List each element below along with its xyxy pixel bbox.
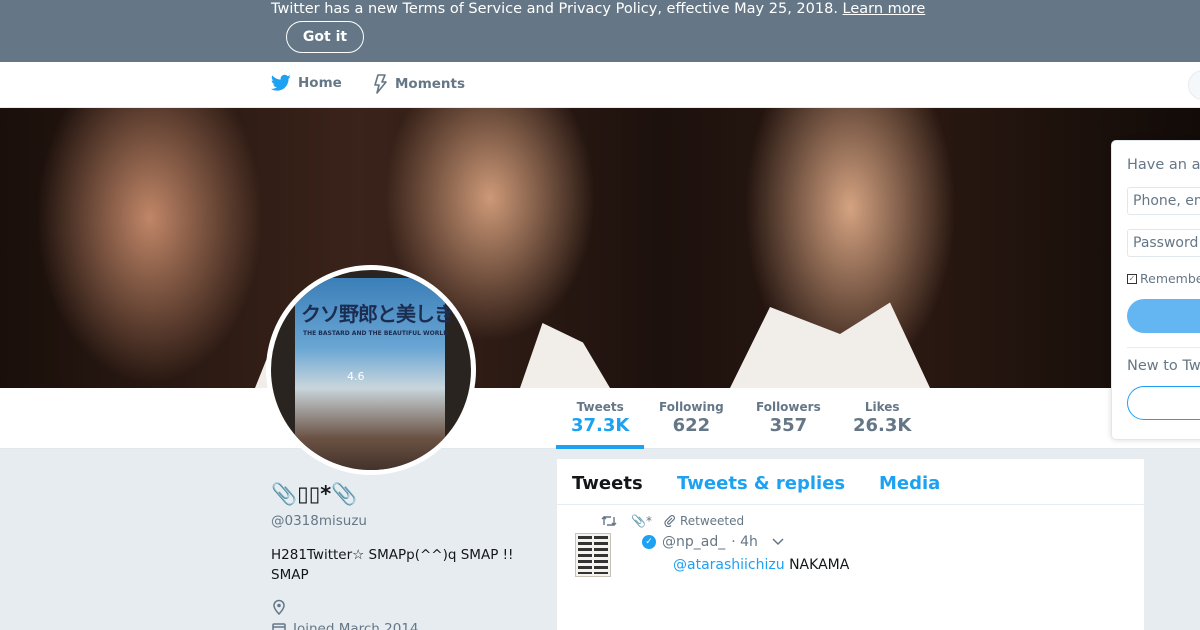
header-shirt-right: [730, 302, 930, 388]
remember-label: Remember me: [1140, 271, 1200, 286]
tweet-author-handle[interactable]: @np_ad_: [662, 534, 725, 550]
stat-label: Followers: [756, 400, 821, 414]
tweet-item[interactable]: 📎* Retweeted ✓ @np_ad_ · 4h @atarashiich…: [557, 505, 1144, 630]
location-pin-icon: [273, 599, 285, 615]
avatar-poster: クソ野郎と美しき世界 THE BASTARD AND THE BEAUTIFUL…: [295, 278, 471, 470]
notice-message: Twitter has a new Terms of Service and P…: [271, 1, 838, 17]
nav-moments[interactable]: Moments: [372, 74, 465, 94]
remember-checkbox[interactable]: ✓: [1127, 273, 1137, 284]
stat-likes[interactable]: Likes 26.3K: [853, 400, 911, 436]
got-it-button[interactable]: Got it: [286, 21, 364, 53]
stat-label: Following: [659, 400, 724, 414]
lightning-icon: [374, 74, 387, 94]
remember-me[interactable]: ✓ Remember me: [1127, 271, 1200, 286]
chevron-down-icon[interactable]: [772, 538, 784, 546]
password-field[interactable]: Password: [1127, 229, 1200, 257]
notice-text: Twitter has a new Terms of Service and P…: [271, 0, 925, 18]
timeline: Tweets Tweets & replies Media 📎* Retweet…: [557, 459, 1144, 630]
profile-stats-bar: Tweets 37.3K Following 622 Followers 357…: [0, 388, 1200, 449]
nav-home-label: Home: [298, 75, 342, 91]
search-input[interactable]: [1188, 70, 1200, 100]
learn-more-link[interactable]: Learn more: [843, 1, 926, 17]
login-divider: [1127, 347, 1200, 348]
joined-date: Joined March 2014: [293, 621, 419, 630]
profile-card: 📎▯▯*📎 @0318misuzu H281Twitter☆ SMAPp(^^)…: [271, 482, 531, 630]
calendar-icon: [272, 623, 286, 630]
poster-date: 4.6: [347, 370, 365, 383]
stat-value: 37.3K: [571, 415, 630, 436]
profile-avatar[interactable]: クソ野郎と美しき世界 THE BASTARD AND THE BEAUTIFUL…: [266, 265, 476, 475]
verified-badge-icon: ✓: [642, 535, 656, 549]
stat-value: 357: [769, 415, 808, 436]
active-stat-underline: [556, 445, 644, 449]
stat-label: Likes: [864, 400, 900, 414]
retweeter-name[interactable]: 📎*: [631, 514, 652, 528]
tab-tweets[interactable]: Tweets: [572, 473, 643, 494]
signup-button[interactable]: [1127, 386, 1200, 420]
profile-location: [271, 599, 531, 615]
login-button[interactable]: [1127, 299, 1200, 333]
avatar-text-column: [578, 536, 592, 574]
header-shirt-middle: [520, 323, 610, 388]
stat-following[interactable]: Following 622: [659, 400, 724, 436]
timeline-tabs: Tweets Tweets & replies Media: [557, 459, 1144, 505]
notice-banner: Twitter has a new Terms of Service and P…: [0, 0, 1200, 62]
mention-link[interactable]: @atarashiichizu: [673, 557, 785, 573]
stat-tweets[interactable]: Tweets 37.3K: [571, 400, 629, 436]
retweet-icon: [601, 516, 617, 526]
profile-handle[interactable]: @0318misuzu: [271, 513, 531, 529]
avatar-text-column: [594, 536, 608, 574]
poster-subtitle: THE BASTARD AND THE BEAUTIFUL WORLD: [303, 330, 449, 337]
profile-bio: H281Twitter☆ SMAPp(^^)q SMAP !! SMAP: [271, 547, 514, 583]
username-field[interactable]: Phone, email or username: [1127, 187, 1200, 215]
stat-followers[interactable]: Followers 357: [756, 400, 821, 436]
login-dropdown: Have an account? Phone, email or usernam…: [1111, 140, 1200, 440]
tab-tweets-replies[interactable]: Tweets & replies: [677, 473, 845, 494]
nav-moments-label: Moments: [395, 76, 466, 92]
stat-value: 622: [672, 415, 711, 436]
profile-header-image: [0, 108, 1200, 388]
new-to-twitter: New to Twitter?: [1127, 358, 1200, 374]
login-title: Have an account?: [1127, 157, 1200, 173]
top-navigation: Home Moments: [0, 62, 1200, 108]
profile-joined: Joined March 2014: [271, 621, 531, 630]
tweet-body: NAKAMA: [789, 557, 850, 573]
tweet-author-avatar[interactable]: [575, 533, 611, 577]
nav-home[interactable]: Home: [271, 74, 342, 92]
tweet-text: @atarashiichizu NAKAMA: [673, 557, 849, 573]
retweeted-label: Retweeted: [679, 514, 745, 528]
tab-media[interactable]: Media: [879, 473, 940, 494]
stat-label: Tweets: [576, 400, 624, 414]
paperclip-icon: [664, 515, 675, 527]
profile-name[interactable]: 📎▯▯*📎: [271, 482, 531, 507]
stat-value: 26.3K: [853, 415, 912, 436]
retweet-context: 📎* Retweeted: [601, 514, 744, 528]
poster-title: クソ野郎と美しき世界: [301, 302, 476, 326]
tweet-timestamp[interactable]: · 4h: [731, 534, 758, 550]
home-bird-icon: [271, 74, 291, 91]
tweet-header: ✓ @np_ad_ · 4h: [642, 534, 784, 550]
